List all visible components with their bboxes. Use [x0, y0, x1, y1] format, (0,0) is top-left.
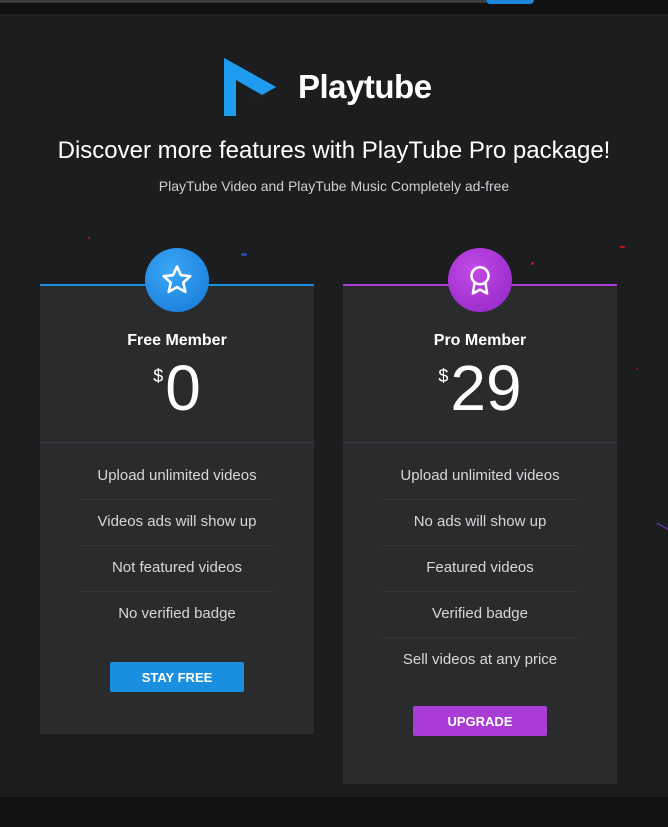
- top-bar: [0, 0, 668, 14]
- currency-symbol: $: [153, 366, 164, 386]
- search-button[interactable]: [486, 0, 534, 4]
- pro-plan-card: Pro Member $29 Upload unlimited videos N…: [343, 248, 617, 784]
- divider: [40, 442, 314, 443]
- logo[interactable]: Playtube: [222, 56, 432, 118]
- page-subtitle: PlayTube Video and PlayTube Music Comple…: [158, 178, 510, 194]
- plan-name: Pro Member: [433, 332, 527, 349]
- play-logo-icon: [224, 58, 276, 116]
- search-bar[interactable]: [0, 0, 486, 3]
- price-amount: 29: [450, 352, 522, 424]
- award-ribbon-icon: [448, 248, 512, 312]
- confetti: [656, 522, 668, 531]
- feature-item: Sell videos at any price: [402, 651, 558, 668]
- feature-item: Verified badge: [383, 592, 577, 638]
- feature-item: No verified badge: [118, 605, 236, 622]
- feature-item: Not featured videos: [80, 546, 274, 592]
- confetti: [88, 237, 90, 239]
- free-plan-card: Free Member $0 Upload unlimited videos V…: [40, 248, 314, 734]
- divider: [343, 442, 617, 443]
- feature-item: Upload unlimited videos: [383, 454, 577, 500]
- confetti: [636, 368, 638, 370]
- feature-list: Upload unlimited videos Videos ads will …: [80, 454, 274, 637]
- feature-list: Upload unlimited videos No ads will show…: [383, 454, 577, 683]
- feature-item: Featured videos: [383, 546, 577, 592]
- plan-price: $29: [343, 356, 617, 420]
- price-amount: 0: [165, 352, 201, 424]
- feature-item: Upload unlimited videos: [80, 454, 274, 500]
- feature-item: No ads will show up: [383, 500, 577, 546]
- stay-free-button[interactable]: STAY FREE: [110, 662, 244, 692]
- confetti: [531, 262, 534, 265]
- confetti: [620, 246, 625, 248]
- currency-symbol: $: [438, 366, 449, 386]
- upgrade-button[interactable]: UPGRADE: [413, 706, 547, 736]
- page-title: Discover more features with PlayTube Pro…: [57, 137, 611, 164]
- footer-bar: [0, 797, 668, 827]
- plan-name: Free Member: [127, 332, 227, 349]
- plan-price: $0: [40, 356, 314, 420]
- brand-name: Playtube: [298, 68, 432, 105]
- feature-item: Videos ads will show up: [80, 500, 274, 546]
- star-icon: [145, 248, 209, 312]
- confetti: [241, 253, 247, 256]
